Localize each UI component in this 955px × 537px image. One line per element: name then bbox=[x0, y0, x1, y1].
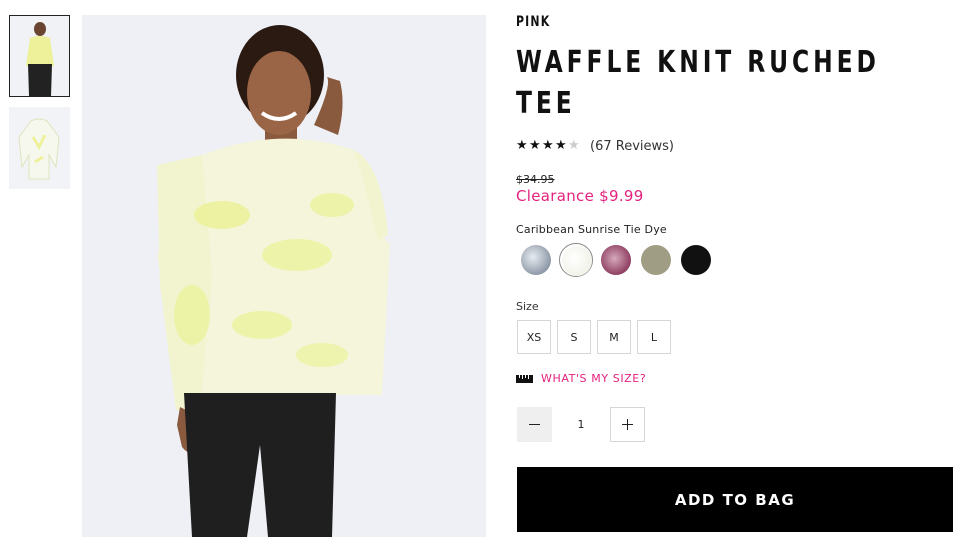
star-icon: ★ bbox=[555, 138, 567, 153]
color-name: Caribbean Sunrise Tie Dye bbox=[516, 223, 667, 236]
minus-icon bbox=[529, 424, 540, 425]
size-guide-link[interactable]: WHAT'S MY SIZE? bbox=[516, 372, 646, 385]
model-thumbnail-image bbox=[10, 16, 69, 96]
thumbnail-flat[interactable] bbox=[9, 107, 70, 189]
star-empty-icon: ★ bbox=[568, 138, 580, 153]
star-icon: ★ bbox=[516, 138, 528, 153]
product-title: WAFFLE KNIT RUCHED TEE bbox=[516, 45, 880, 121]
swatch-blue-tie-dye[interactable] bbox=[519, 243, 553, 277]
swatch-white-tie-dye[interactable] bbox=[559, 243, 593, 277]
size-m-button[interactable]: M bbox=[597, 320, 631, 354]
size-options: XS S M L bbox=[517, 320, 677, 354]
size-guide-label: WHAT'S MY SIZE? bbox=[541, 372, 647, 385]
color-swatches bbox=[519, 243, 719, 277]
swatch-berry[interactable] bbox=[599, 243, 633, 277]
rating: ★ ★ ★ ★ ★ (67 Reviews) bbox=[516, 138, 674, 154]
reviews-link[interactable]: (67 Reviews) bbox=[590, 139, 674, 154]
decrease-quantity-button[interactable] bbox=[517, 407, 552, 442]
add-to-bag-button[interactable]: ADD TO BAG bbox=[517, 467, 953, 532]
model-photo bbox=[82, 15, 486, 537]
original-price: $34.95 bbox=[516, 173, 555, 186]
sale-price: Clearance $9.99 bbox=[516, 187, 644, 205]
thumbnail-gallery bbox=[9, 15, 72, 199]
ruler-icon bbox=[516, 374, 533, 383]
increase-quantity-button[interactable] bbox=[610, 407, 645, 442]
product-main-image bbox=[82, 15, 486, 537]
size-label: Size bbox=[516, 300, 539, 313]
thumbnail-model[interactable] bbox=[9, 15, 70, 97]
flat-lay-thumbnail-image bbox=[9, 107, 70, 189]
size-xs-button[interactable]: XS bbox=[517, 320, 551, 354]
size-s-button[interactable]: S bbox=[557, 320, 591, 354]
star-icon: ★ bbox=[542, 138, 554, 153]
star-rating: ★ ★ ★ ★ ★ bbox=[516, 138, 581, 154]
quantity-stepper: 1 bbox=[517, 407, 645, 442]
size-l-button[interactable]: L bbox=[637, 320, 671, 354]
star-icon: ★ bbox=[529, 138, 541, 153]
swatch-black[interactable] bbox=[679, 243, 713, 277]
brand-name: PINK bbox=[516, 14, 551, 30]
swatch-olive[interactable] bbox=[639, 243, 673, 277]
plus-icon bbox=[622, 419, 633, 430]
quantity-value[interactable]: 1 bbox=[552, 418, 610, 431]
